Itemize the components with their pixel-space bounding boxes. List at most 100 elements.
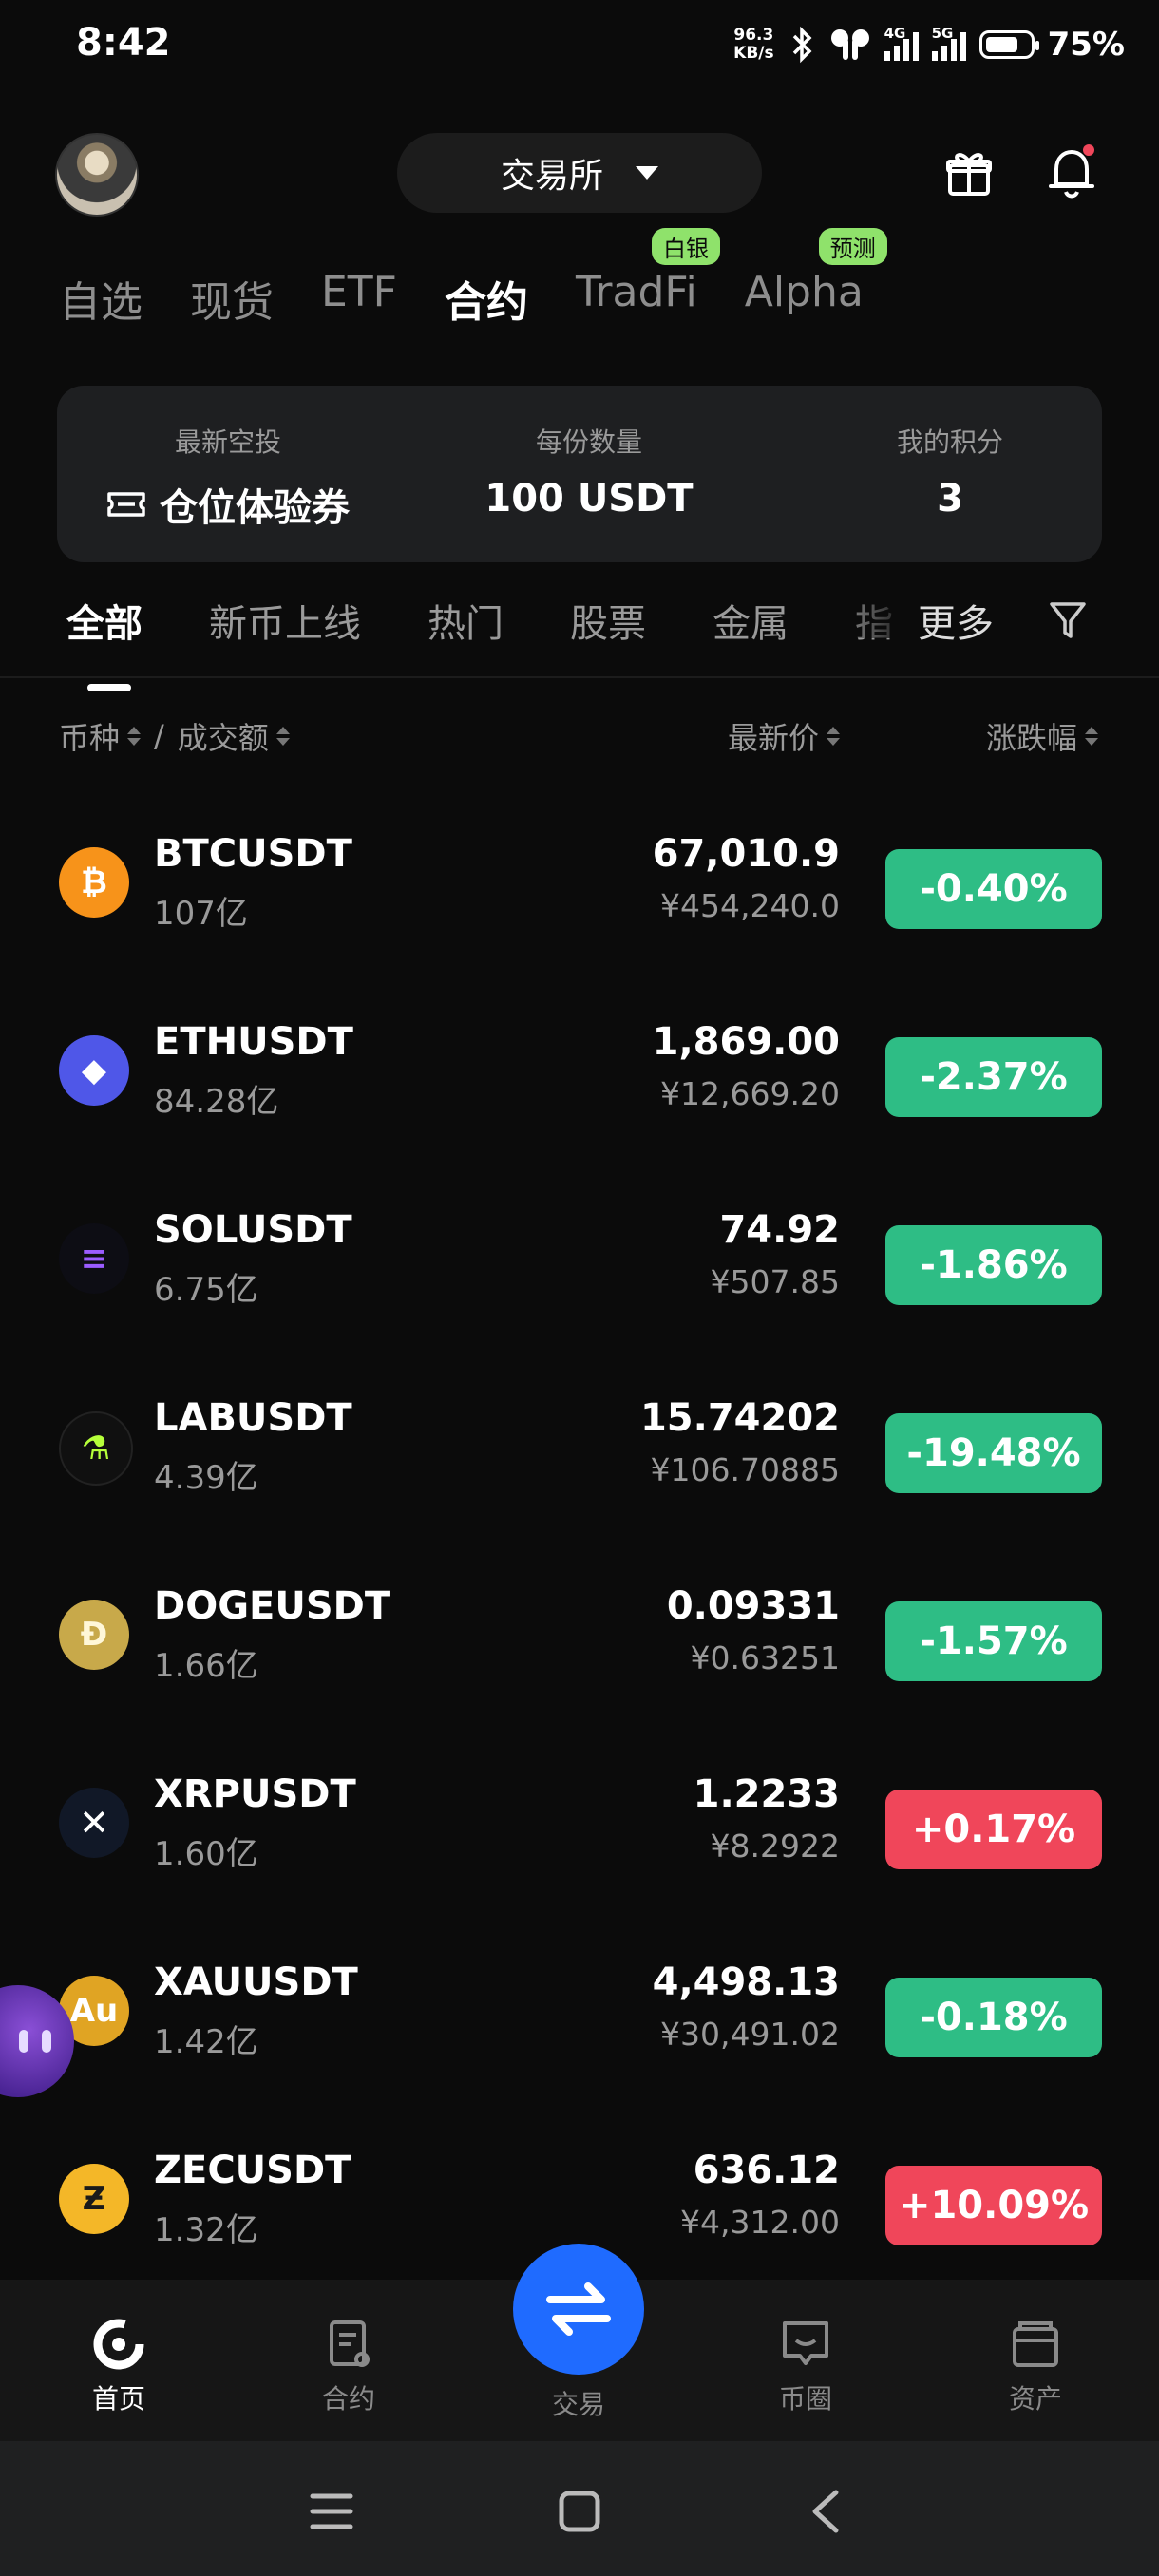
column-header-price[interactable]: 最新价 <box>728 714 840 758</box>
top-tab-4[interactable]: TradFi 白银 <box>576 228 720 329</box>
change-badge[interactable]: -19.48% <box>885 1413 1102 1493</box>
tab-badge: 预测 <box>818 228 887 265</box>
coin-symbol: ETHUSDT <box>154 1020 353 1064</box>
top-tab-5[interactable]: Alpha 预测 <box>744 228 887 329</box>
market-row[interactable]: ≡ SOLUSDT 6.75亿 74.92 ¥507.85 -1.86% <box>0 1168 1159 1356</box>
last-price: 74.92 <box>719 1208 840 1252</box>
market-row[interactable]: ◆ ETHUSDT 84.28亿 1,869.00 ¥12,669.20 -2.37% <box>0 980 1159 1168</box>
wallet-icon <box>1013 2321 1058 2367</box>
last-price: 4,498.13 <box>652 1960 840 2004</box>
last-price: 1.2233 <box>693 1772 840 1816</box>
menu-icon[interactable] <box>310 2492 353 2530</box>
coin-symbol: XAUUSDT <box>154 1960 358 2004</box>
column-volume-label: 成交额 <box>177 720 269 756</box>
top-tab-1[interactable]: 现货 <box>190 268 274 329</box>
promo-points-value: 3 <box>937 477 963 521</box>
change-badge[interactable]: +10.09% <box>885 2166 1102 2245</box>
bell-icon[interactable] <box>1049 144 1094 199</box>
top-tab-label: Alpha <box>744 268 864 316</box>
category-more-button[interactable]: 更多 <box>918 593 994 648</box>
category-tab-4[interactable]: 金属 <box>712 593 788 648</box>
coin-symbol: SOLUSDT <box>154 1208 352 1252</box>
coin-volume: 1.42亿 <box>154 2023 258 2061</box>
coin-symbol: BTCUSDT <box>154 832 352 876</box>
coin-volume: 4.39亿 <box>154 1459 258 1497</box>
change-badge[interactable]: -2.37% <box>885 1037 1102 1117</box>
cny-price: ¥8.2922 <box>710 1828 840 1865</box>
nav-trade-button[interactable] <box>513 2244 644 2375</box>
network-speed-value: 96.3 <box>733 26 774 45</box>
home-icon <box>93 2319 144 2370</box>
column-header-coin[interactable]: 币种 / 成交额 <box>59 714 290 758</box>
signal-5g-icon: 5G <box>931 25 966 61</box>
notification-dot <box>1083 144 1094 156</box>
tabs-divider <box>0 676 1159 678</box>
nav-home[interactable]: 首页 <box>62 2318 176 2416</box>
last-price: 15.74202 <box>639 1396 840 1440</box>
market-row[interactable]: ₿ BTCUSDT 107亿 67,010.9 ¥454,240.0 -0.40% <box>0 792 1159 980</box>
market-top-tabs: 自选 现货 ETF 合约 TradFi 白银 Alpha 预测 <box>59 228 911 329</box>
cny-price: ¥507.85 <box>710 1263 840 1300</box>
battery-icon <box>978 30 1039 59</box>
sort-icon <box>127 727 142 746</box>
dogecoin-icon: Ð <box>59 1600 129 1670</box>
sort-icon <box>1085 727 1098 746</box>
back-icon[interactable] <box>809 2489 842 2534</box>
gift-icon[interactable] <box>946 148 992 198</box>
coin-volume: 1.66亿 <box>154 1647 258 1685</box>
sort-icon <box>826 727 840 746</box>
category-tab-1[interactable]: 新币上线 <box>209 593 361 648</box>
coin-volume: 6.75亿 <box>154 1271 258 1309</box>
category-tab-3[interactable]: 股票 <box>570 593 646 648</box>
category-tab-0[interactable]: 全部 <box>66 593 142 691</box>
cny-price: ¥12,669.20 <box>660 1075 840 1112</box>
promo-points-label: 我的积分 <box>896 426 1003 458</box>
market-row[interactable]: Au XAUUSDT 1.42亿 4,498.13 ¥30,491.02 -0.18% <box>0 1921 1159 2109</box>
coin-volume: 84.28亿 <box>154 1083 279 1121</box>
category-tabs: 全部新币上线热门股票金属指 <box>66 593 960 691</box>
avatar[interactable] <box>55 133 139 217</box>
assistant-eye-icon <box>19 2030 28 2053</box>
change-badge[interactable]: -0.40% <box>885 849 1102 929</box>
status-bar-icons: 96.3 KB/s 4G 5G 75% <box>733 19 1125 70</box>
nav-community[interactable]: 币圈 <box>749 2318 863 2416</box>
top-tab-label: 现货 <box>190 278 274 327</box>
system-navigation-bar <box>0 2441 1159 2576</box>
market-row[interactable]: Ð DOGEUSDT 1.66亿 0.09331 ¥0.63251 -1.57% <box>0 1544 1159 1733</box>
column-header-change[interactable]: 涨跌幅 <box>986 714 1098 758</box>
signal-4g-icon: 4G <box>884 25 919 61</box>
last-price: 636.12 <box>693 2149 840 2192</box>
nav-trade-label[interactable]: 交易 <box>513 2384 644 2422</box>
top-tab-label: 自选 <box>59 278 142 327</box>
coin-symbol: DOGEUSDT <box>154 1584 391 1628</box>
cny-price: ¥30,491.02 <box>660 2016 840 2053</box>
filter-icon[interactable] <box>1049 600 1087 642</box>
cny-price: ¥0.63251 <box>690 1639 840 1676</box>
nav-contract[interactable]: 合约 <box>292 2318 406 2416</box>
home-square-icon[interactable] <box>559 2491 600 2532</box>
top-tab-3[interactable]: 合约 <box>445 268 528 329</box>
column-coin-label: 币种 <box>59 720 121 756</box>
solana-icon: ≡ <box>59 1223 129 1294</box>
cny-price: ¥4,312.00 <box>680 2204 840 2241</box>
last-price: 1,869.00 <box>652 1020 840 1064</box>
airdrop-promo-card[interactable]: 最新空投 仓位体验券 每份数量 100 USDT 我的积分 3 <box>57 386 1102 562</box>
change-badge[interactable]: -1.57% <box>885 1601 1102 1681</box>
cny-price: ¥454,240.0 <box>660 887 840 924</box>
exchange-label: 交易所 <box>500 157 603 196</box>
sort-icon <box>276 727 290 746</box>
column-change-label: 涨跌幅 <box>985 720 1077 756</box>
change-badge[interactable]: +0.17% <box>885 1790 1102 1869</box>
status-time: 8:42 <box>76 21 171 65</box>
nav-assets[interactable]: 资产 <box>978 2318 1092 2416</box>
promo-quantity-value: 100 USDT <box>484 477 694 521</box>
market-row[interactable]: ⚗ LABUSDT 4.39亿 15.74202 ¥106.70885 -19.48% <box>0 1356 1159 1544</box>
exchange-selector[interactable]: 交易所 <box>397 133 762 213</box>
market-row[interactable]: ✕ XRPUSDT 1.60亿 1.2233 ¥8.2922 +0.17% <box>0 1733 1159 1921</box>
change-badge[interactable]: -0.18% <box>885 1978 1102 2057</box>
active-tab-indicator <box>87 684 131 691</box>
top-tab-0[interactable]: 自选 <box>59 268 142 329</box>
category-tab-2[interactable]: 热门 <box>428 593 504 648</box>
top-tab-2[interactable]: ETF <box>321 268 397 329</box>
change-badge[interactable]: -1.86% <box>885 1225 1102 1305</box>
